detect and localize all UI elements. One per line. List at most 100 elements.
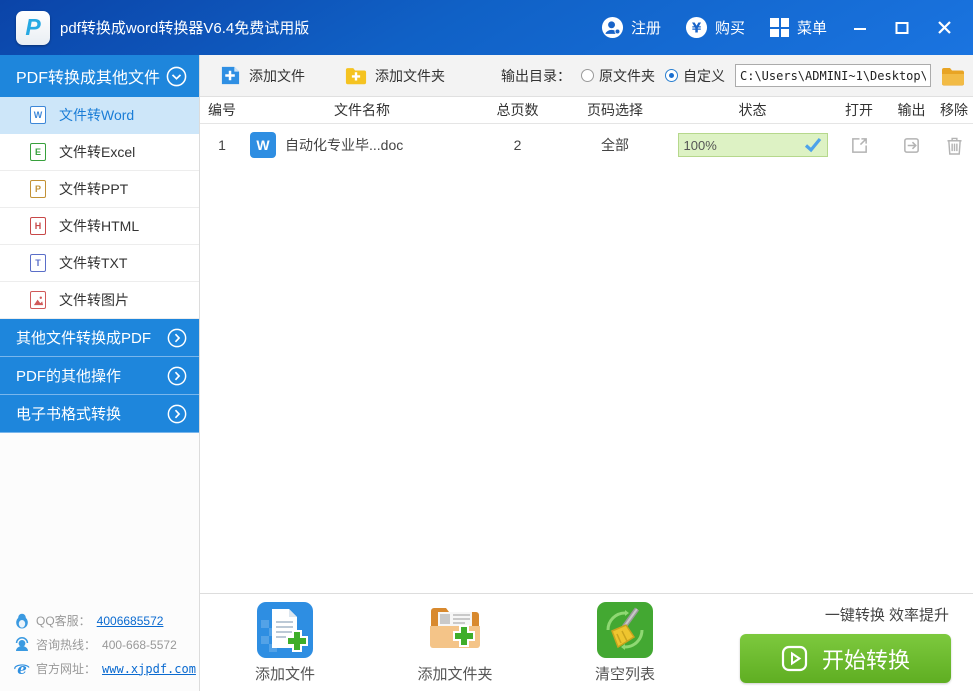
sidebar-section-label: 其他文件转换成PDF <box>16 330 152 347</box>
row-page-range[interactable]: 全部 <box>555 135 675 155</box>
col-header-filename: 文件名称 <box>334 102 390 118</box>
col-header-pages: 总页数 <box>496 102 539 118</box>
titlebar-actions: 注册 ¥ 购买 菜单 <box>591 10 963 45</box>
sidebar-item-label: 文件转PPT <box>59 181 129 197</box>
row-file-cell: W 自动化专业毕...doc <box>244 132 480 158</box>
sidebar-item-label: 文件转HTML <box>59 218 140 234</box>
window-title: pdf转换成word转换器V6.4免费试用版 <box>60 20 310 37</box>
add-file-button[interactable]: 添加文件 <box>214 61 311 90</box>
add-file-label: 添加文件 <box>249 67 305 84</box>
col-header-page-select: 页码选择 <box>587 102 643 118</box>
hotline-number: 400-668-5572 <box>102 637 177 652</box>
grid-menu-icon <box>769 18 789 37</box>
radio-dot <box>665 69 678 82</box>
table-row: 1 W 自动化专业毕...doc 2 全部 100% <box>200 124 973 166</box>
website-link[interactable]: www.xjpdf.com <box>102 662 196 676</box>
sidebar-section-other-to-pdf[interactable]: 其他文件转换成PDF <box>0 319 199 357</box>
register-label: 注册 <box>630 20 661 37</box>
sidebar-item-label: 文件转图片 <box>59 292 129 308</box>
add-file-big-button[interactable]: 添加文件 <box>225 601 345 684</box>
add-folder-button[interactable]: 添加文件夹 <box>339 62 451 90</box>
open-file-button[interactable] <box>830 136 888 155</box>
maximize-button[interactable] <box>883 12 921 44</box>
sidebar-section-pdf-to-other[interactable]: PDF转换成其他文件 <box>0 55 199 97</box>
sidebar-item-pdf-to-txt[interactable]: T 文件转TXT <box>0 245 199 282</box>
open-output-button[interactable] <box>888 136 935 155</box>
excel-doc-icon: E <box>30 143 46 161</box>
word-file-icon: W <box>250 132 276 158</box>
maximize-icon <box>895 21 909 34</box>
minimize-icon <box>854 27 866 30</box>
row-number: 1 <box>218 137 226 153</box>
sidebar-item-label: 文件转Word <box>59 107 135 123</box>
radio-custom-folder[interactable]: 自定义 <box>665 66 725 86</box>
col-header-remove: 移除 <box>940 102 968 118</box>
sidebar-section-ebook-convert[interactable]: 电子书格式转换 <box>0 395 199 433</box>
buy-label: 购买 <box>714 20 745 37</box>
file-list-empty-area <box>200 166 973 593</box>
chevron-right-circle-icon <box>167 328 187 347</box>
sidebar-section-label: PDF的其他操作 <box>16 368 122 385</box>
row-page-count: 2 <box>513 137 522 153</box>
qq-support-row: QQ客服： 4006685572 <box>14 612 199 629</box>
add-folder-big-label: 添加文件夹 <box>417 666 493 683</box>
progress-value: 100% <box>683 137 717 153</box>
export-arrow-icon <box>904 137 919 153</box>
radio-source-label: 原文件夹 <box>599 67 655 84</box>
titlebar: P pdf转换成word转换器V6.4免费试用版 注册 ¥ 购买 菜单 <box>0 0 973 55</box>
sidebar-section-label: PDF转换成其他文件 <box>16 70 161 87</box>
row-filename: 自动化专业毕...doc <box>285 137 404 153</box>
txt-doc-icon: T <box>30 254 46 272</box>
sidebar-item-pdf-to-ppt[interactable]: P 文件转PPT <box>0 171 199 208</box>
close-button[interactable] <box>925 12 963 44</box>
add-folder-big-button[interactable]: 添加文件夹 <box>395 601 515 684</box>
sidebar-item-pdf-to-word[interactable]: W 文件转Word <box>0 97 199 134</box>
row-status-cell: 100% <box>675 133 830 157</box>
col-header-status: 状态 <box>738 102 767 118</box>
minimize-button[interactable] <box>841 12 879 44</box>
chevron-right-circle-icon <box>167 366 187 385</box>
col-header-open: 打开 <box>845 102 873 118</box>
sidebar-section-label: 电子书格式转换 <box>16 406 122 423</box>
sidebar: PDF转换成其他文件 W 文件转Word E 文件转Excel P 文件转PPT… <box>0 55 200 691</box>
add-folder-big-icon <box>430 608 480 648</box>
clear-list-big-button[interactable]: 清空列表 <box>565 601 685 684</box>
sidebar-item-label: 文件转TXT <box>59 255 128 271</box>
svg-text:e: e <box>17 661 27 677</box>
browse-folder-button[interactable] <box>941 66 965 86</box>
ppt-doc-icon: P <box>30 180 46 198</box>
buy-button[interactable]: ¥ 购买 <box>675 10 755 45</box>
sidebar-item-pdf-to-image[interactable]: 文件转图片 <box>0 282 199 319</box>
col-header-output: 输出 <box>897 102 926 118</box>
radio-custom-label: 自定义 <box>683 67 725 84</box>
file-table-header: 编号 文件名称 总页数 页码选择 状态 打开 输出 移除 <box>200 97 973 124</box>
register-button[interactable]: 注册 <box>591 10 671 45</box>
html-doc-icon: H <box>30 217 46 235</box>
svg-text:¥: ¥ <box>692 21 702 36</box>
hotline-label: 咨询热线： <box>36 638 97 652</box>
qq-number-link[interactable]: 4006685572 <box>97 614 164 628</box>
add-file-big-icon <box>257 602 313 658</box>
hotline-row: 咨询热线： 400-668-5572 <box>14 636 199 653</box>
sidebar-section-pdf-other-ops[interactable]: PDF的其他操作 <box>0 357 199 395</box>
check-icon <box>804 137 821 153</box>
progress-bar: 100% <box>677 133 828 157</box>
main-panel: 添加文件 添加文件夹 输出目录： 原文件夹 自定义 C:\Users\ADMIN… <box>200 55 973 691</box>
radio-source-folder[interactable]: 原文件夹 <box>581 66 655 86</box>
browser-e-icon: e <box>14 661 30 677</box>
clear-list-big-label: 清空列表 <box>594 666 655 683</box>
remove-file-button[interactable] <box>935 136 973 155</box>
sidebar-item-pdf-to-excel[interactable]: E 文件转Excel <box>0 134 199 171</box>
trash-icon <box>946 137 962 155</box>
app-window: P pdf转换成word转换器V6.4免费试用版 注册 ¥ 购买 菜单 PDF转… <box>0 0 973 691</box>
menu-button[interactable]: 菜单 <box>759 11 837 44</box>
output-path-input[interactable] <box>735 64 931 87</box>
add-folder-icon <box>345 68 367 85</box>
close-icon <box>937 21 951 34</box>
sidebar-item-pdf-to-html[interactable]: H 文件转HTML <box>0 208 199 245</box>
start-convert-label: 开始转换 <box>821 647 910 673</box>
footer-right: 一键转换 效率提升 开始转换 <box>740 601 951 683</box>
radio-dot <box>581 69 594 82</box>
start-convert-button[interactable]: 开始转换 <box>740 634 951 683</box>
